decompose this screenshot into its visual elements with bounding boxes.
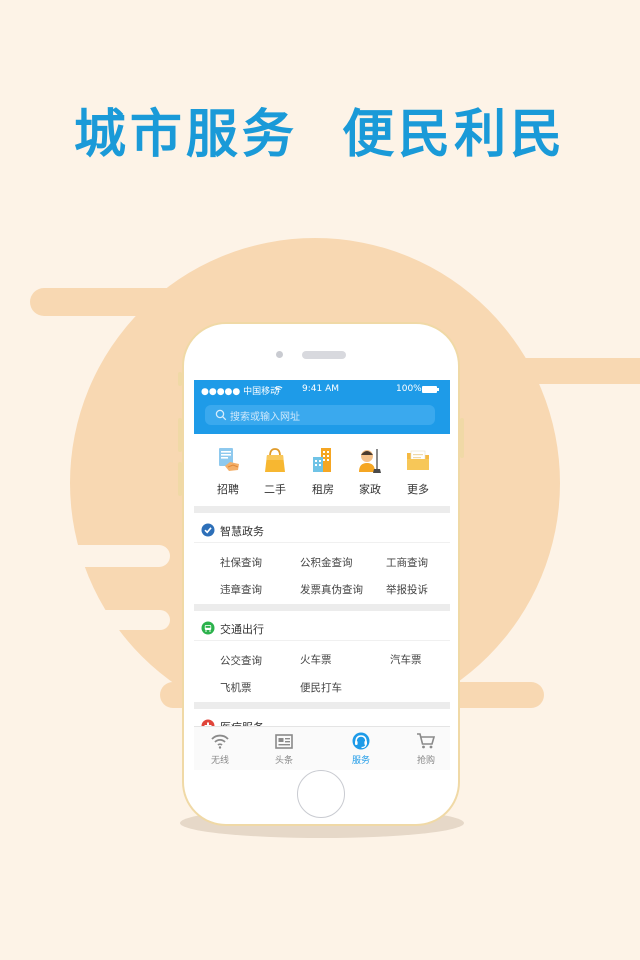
status-time: 9:41 AM — [302, 384, 339, 394]
wifi-icon — [211, 734, 229, 749]
battery-icon — [422, 386, 439, 393]
building-icon — [313, 448, 331, 472]
carrier-label: ●●●●● 中国移动 — [201, 387, 280, 397]
quick-action-housekeeping[interactable]: 家政 — [346, 446, 394, 497]
section-divider — [194, 702, 450, 709]
tab-label: 头条 — [274, 756, 293, 766]
home-button[interactable] — [297, 770, 345, 818]
decorative-stripe — [30, 288, 330, 316]
headset-icon — [352, 732, 370, 750]
service-link[interactable]: 举报投诉 — [386, 582, 428, 597]
service-link[interactable]: 便民打车 — [300, 680, 342, 695]
service-link[interactable]: 飞机票 — [220, 680, 252, 695]
tab-label: 服务 — [351, 756, 370, 766]
wifi-signal-icon — [274, 386, 283, 393]
service-link[interactable]: 汽车票 — [390, 652, 422, 667]
search-icon — [215, 409, 227, 421]
section-title: 交通出行 — [220, 623, 264, 636]
quick-action-more[interactable]: 更多 — [394, 446, 442, 497]
quick-action-label: 租房 — [312, 483, 334, 496]
tab-services[interactable]: 服务 — [338, 732, 384, 766]
tab-flash-sale[interactable]: 抢购 — [403, 732, 449, 766]
quick-action-secondhand[interactable]: 二手 — [251, 446, 299, 497]
bus-icon — [201, 621, 215, 635]
recruit-icon — [219, 448, 239, 471]
service-link[interactable]: 发票真伪查询 — [300, 582, 363, 597]
tab-label: 无线 — [210, 756, 229, 766]
mute-switch — [178, 372, 182, 386]
battery-percent: 100% — [396, 384, 422, 394]
tab-wireless[interactable]: 无线 — [197, 732, 243, 766]
service-link[interactable]: 公交查询 — [220, 653, 262, 668]
promo-headline: 城市服务 便民利民 — [73, 105, 567, 165]
folder-icon — [407, 450, 429, 470]
power-button — [460, 418, 464, 458]
service-link[interactable]: 火车票 — [300, 652, 332, 667]
service-link[interactable]: 公积金查询 — [300, 555, 353, 570]
bottom-tab-bar: 无线 头条 服务 抢购 — [194, 726, 450, 770]
service-link[interactable]: 工商查询 — [386, 555, 428, 570]
tab-label: 抢购 — [416, 756, 435, 766]
section-separator — [194, 542, 450, 543]
quick-action-label: 招聘 — [217, 483, 239, 496]
earpiece-speaker — [302, 351, 346, 359]
shopping-bag-icon — [265, 448, 285, 472]
front-camera — [276, 351, 283, 358]
section-header-transport: 交通出行 — [194, 616, 450, 640]
check-badge-icon — [201, 523, 215, 537]
search-input[interactable]: 搜索或输入网址 — [230, 408, 300, 423]
section-header-government: 智慧政务 — [194, 518, 450, 542]
quick-action-label: 二手 — [264, 483, 286, 496]
cart-icon — [417, 733, 436, 749]
section-divider — [194, 506, 450, 513]
decorative-stripe — [0, 545, 170, 567]
quick-action-label: 更多 — [407, 483, 429, 496]
app-header: ●●●●● 中国移动 9:41 AM 100% 搜索或输入网址 — [194, 380, 450, 434]
volume-up-button — [178, 418, 182, 452]
section-divider — [194, 604, 450, 611]
section-separator — [194, 640, 450, 641]
section-title: 智慧政务 — [220, 525, 264, 538]
quick-action-recruit[interactable]: 招聘 — [204, 446, 252, 497]
service-link[interactable]: 违章查询 — [220, 582, 262, 597]
app-screen: ●●●●● 中国移动 9:41 AM 100% 搜索或输入网址 招聘 二手 租房… — [194, 380, 450, 770]
housekeeping-icon — [359, 449, 381, 473]
quick-actions: 招聘 二手 租房 家政 更多 — [194, 446, 450, 498]
service-link[interactable]: 社保查询 — [220, 555, 262, 570]
volume-down-button — [178, 462, 182, 496]
tab-headlines[interactable]: 头条 — [261, 732, 307, 766]
search-bar[interactable]: 搜索或输入网址 — [205, 405, 435, 425]
quick-action-label: 家政 — [359, 483, 381, 496]
decorative-stripe — [60, 610, 170, 630]
quick-action-rental[interactable]: 租房 — [299, 446, 347, 497]
news-icon — [275, 734, 293, 749]
